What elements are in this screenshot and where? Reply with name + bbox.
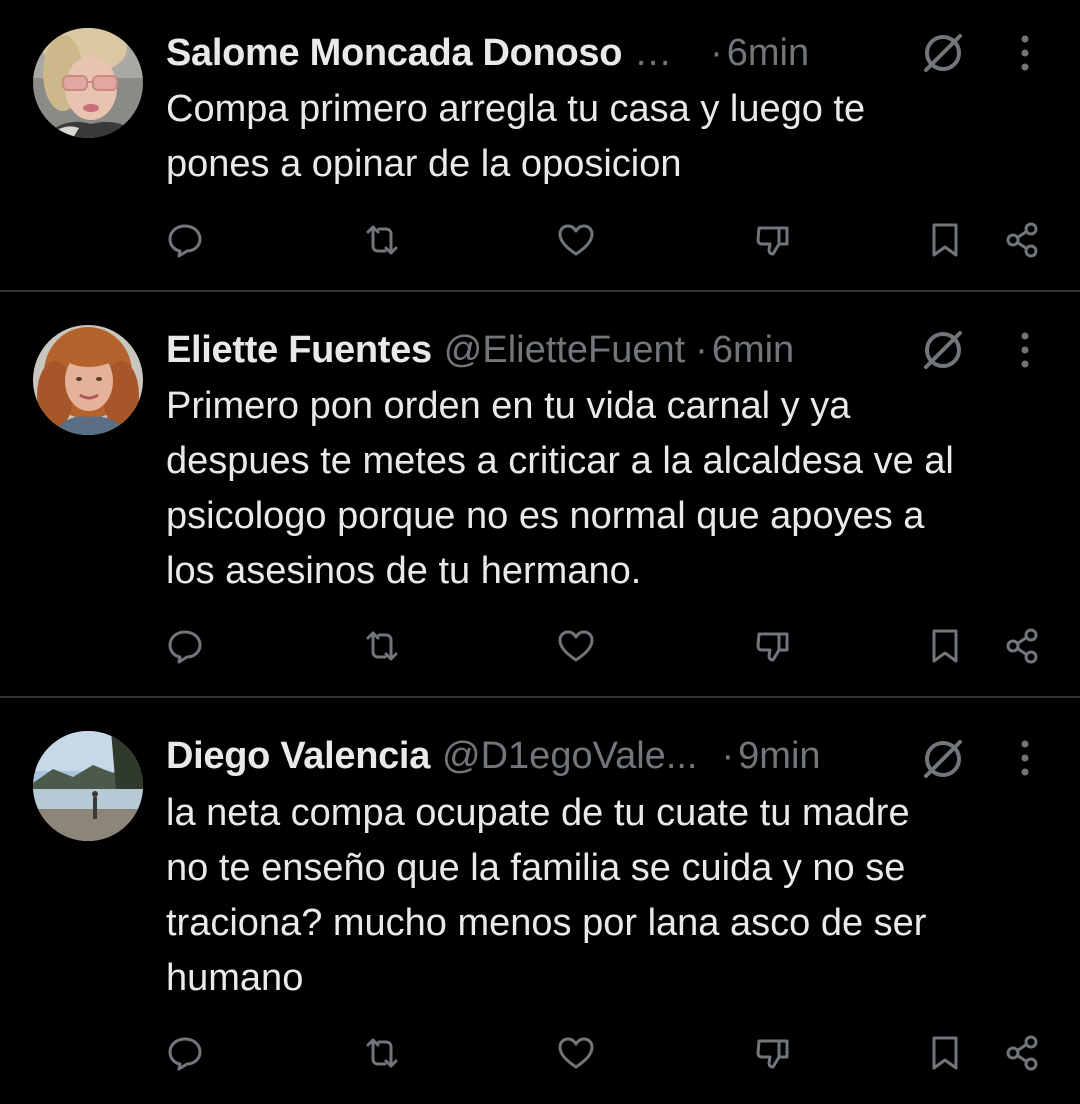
author-handle[interactable]: @D1egoVale... (442, 735, 697, 778)
reply-text-line: la neta compa ocupate de tu cuate tu mad… (166, 792, 910, 834)
timestamp[interactable]: 9min (738, 735, 820, 778)
reply-button[interactable] (163, 218, 207, 262)
reply-text: la neta compa ocupate de tu cuate tu mad… (166, 786, 1046, 1006)
more-options-icon[interactable] (1015, 33, 1035, 73)
bookmark-icon (932, 629, 958, 663)
like-button[interactable] (554, 1031, 598, 1075)
avatar-lake-landscape-icon (33, 731, 143, 841)
dislike-icon (756, 1039, 789, 1069)
reply-button[interactable] (163, 624, 207, 668)
reply-item[interactable]: Salome Moncada Donoso … · 6min Compa pri… (0, 0, 1080, 292)
author-name[interactable]: Eliette Fuentes (166, 329, 432, 372)
bookmark-button[interactable] (923, 1031, 967, 1075)
repost-button[interactable] (360, 1031, 404, 1075)
reply-text-line: traciona? mucho menos por lana asco de s… (166, 902, 927, 944)
author-name[interactable]: Diego Valencia (166, 735, 430, 778)
share-button[interactable] (1000, 1031, 1044, 1075)
more-options-icon[interactable] (1015, 330, 1035, 370)
separator: · (710, 31, 723, 74)
avatar[interactable] (33, 28, 143, 138)
avatar-woman-sunglasses-icon (33, 28, 143, 138)
reply-text-line: psicologo porque no es normal que apoyes… (166, 495, 925, 537)
reply-text: Primero pon orden en tu vida carnal y ya… (166, 379, 1046, 599)
repost-icon (366, 1038, 398, 1068)
reply-text-line: pones a opinar de la oposicion (166, 143, 682, 185)
author-handle[interactable]: @ElietteFuent (444, 329, 685, 372)
repost-icon (366, 225, 398, 255)
dislike-button[interactable] (751, 1031, 795, 1075)
avatar[interactable] (33, 731, 143, 841)
reply-icon (168, 224, 202, 258)
bookmark-icon (932, 223, 958, 257)
like-icon (558, 630, 594, 662)
separator: · (695, 328, 708, 371)
timestamp[interactable]: 6min (712, 329, 794, 372)
author-handle[interactable]: … (634, 32, 672, 75)
like-icon (558, 224, 594, 256)
more-options-icon[interactable] (1015, 738, 1035, 778)
share-icon (1006, 1035, 1038, 1071)
dislike-icon (756, 226, 789, 256)
timestamp[interactable]: 6min (727, 32, 809, 75)
reply-text-line: humano (166, 957, 304, 999)
reply-text-line: Primero pon orden en tu vida carnal y ya (166, 385, 851, 427)
dislike-icon (756, 632, 789, 662)
reply-text-line: no te enseño que la familia se cuida y n… (166, 847, 906, 889)
dislike-button[interactable] (751, 624, 795, 668)
reply-icon (168, 630, 202, 664)
like-button[interactable] (554, 218, 598, 262)
reply-text-line: Compa primero arregla tu casa y luego te (166, 88, 866, 130)
author-name[interactable]: Salome Moncada Donoso (166, 32, 622, 75)
replies-feed: Salome Moncada Donoso … · 6min Compa pri… (0, 0, 1080, 1104)
avatar-woman-curly-hair-icon (33, 325, 143, 435)
share-icon (1006, 222, 1038, 258)
reply-text-line: despues te metes a criticar a la alcalde… (166, 440, 954, 482)
reply-item[interactable]: Eliette Fuentes @ElietteFuent · 6min Pri… (0, 292, 1080, 698)
reply-icon (168, 1037, 202, 1071)
repost-button[interactable] (360, 218, 404, 262)
grok-icon[interactable] (920, 30, 966, 76)
separator: · (721, 734, 735, 777)
like-button[interactable] (554, 624, 598, 668)
repost-icon (366, 631, 398, 661)
grok-icon[interactable] (920, 327, 966, 373)
bookmark-button[interactable] (923, 218, 967, 262)
dislike-button[interactable] (751, 218, 795, 262)
reply-item[interactable]: Diego Valencia @D1egoVale... · 9min la n… (0, 698, 1080, 1104)
share-button[interactable] (1000, 218, 1044, 262)
reply-text-line: los asesinos de tu hermano. (166, 550, 642, 592)
reply-button[interactable] (163, 1031, 207, 1075)
like-icon (558, 1037, 594, 1069)
avatar[interactable] (33, 325, 143, 435)
reply-text: Compa primero arregla tu casa y luego te… (166, 82, 1046, 192)
share-button[interactable] (1000, 624, 1044, 668)
repost-button[interactable] (360, 624, 404, 668)
bookmark-button[interactable] (923, 624, 967, 668)
bookmark-icon (932, 1036, 958, 1070)
grok-icon[interactable] (920, 736, 966, 782)
share-icon (1006, 628, 1038, 664)
